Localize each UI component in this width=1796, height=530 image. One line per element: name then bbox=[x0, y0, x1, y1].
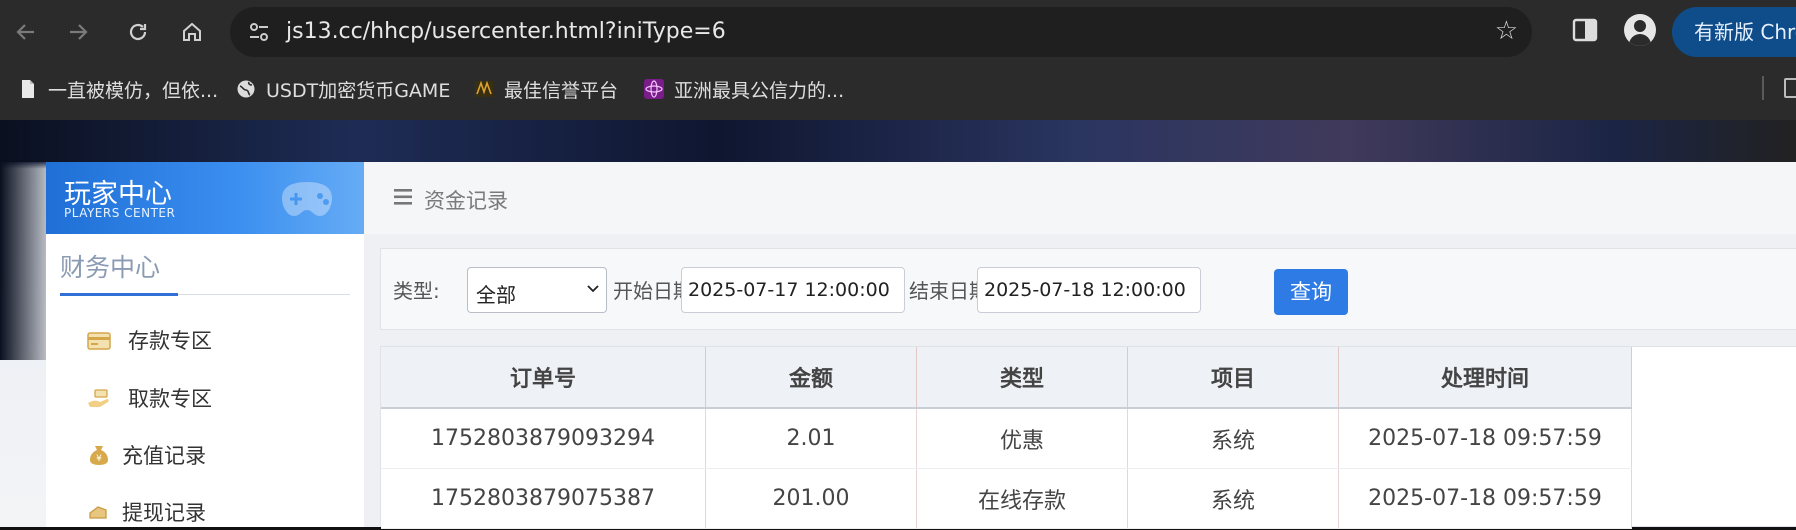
sidebar-item-label: 存款专区 bbox=[128, 329, 212, 353]
forward-button[interactable] bbox=[58, 12, 98, 52]
cell-time: 2025-07-18 09:57:59 bbox=[1338, 408, 1632, 469]
card-icon bbox=[87, 332, 111, 350]
page-title: 资金记录 bbox=[424, 189, 508, 213]
breadcrumb: 资金记录 bbox=[364, 162, 1796, 234]
banner-image bbox=[0, 120, 1796, 162]
players-center-subtitle: PLAYERS CENTER bbox=[64, 206, 176, 220]
reload-icon bbox=[129, 23, 147, 41]
players-center-header: 玩家中心 PLAYERS CENTER bbox=[46, 162, 364, 234]
cell-type: 优惠 bbox=[916, 408, 1128, 469]
bookmark-item[interactable]: 亚洲最具公信力的... bbox=[644, 76, 844, 102]
money-bag-icon: ¥ bbox=[90, 446, 108, 465]
sidebar-item-withdraw[interactable]: 取款专区 bbox=[86, 380, 212, 416]
end-date-input[interactable] bbox=[977, 267, 1201, 313]
column-header-type: 类型 bbox=[916, 347, 1128, 409]
bookmark-label: USDT加密货币GAME bbox=[266, 79, 451, 102]
bookmark-item[interactable]: 一直被模仿，但依... bbox=[18, 76, 218, 102]
bookmark-item[interactable]: 最佳信誉平台 bbox=[474, 76, 618, 102]
atom-logo-icon bbox=[644, 79, 664, 99]
cell-amount: 2.01 bbox=[705, 408, 917, 469]
hand-money-icon bbox=[88, 389, 109, 407]
type-select-value: 全部 bbox=[476, 283, 516, 307]
query-button[interactable]: 查询 bbox=[1274, 269, 1348, 315]
gamepad-icon bbox=[282, 182, 332, 216]
column-header-time: 处理时间 bbox=[1338, 347, 1632, 409]
chevron-down-icon bbox=[587, 285, 599, 293]
sidebar-item-withdraw-records[interactable]: 提现记录 bbox=[86, 494, 206, 530]
column-header-item: 项目 bbox=[1127, 347, 1339, 409]
chrome-update-button[interactable]: 有新版 Chrome bbox=[1672, 7, 1796, 57]
sidebar-item-label: 充值记录 bbox=[122, 444, 206, 468]
back-button[interactable] bbox=[6, 12, 46, 52]
bookmarks-divider bbox=[1762, 76, 1764, 100]
type-select[interactable]: 全部 bbox=[467, 267, 607, 313]
cell-order-no: 1752803879093294 bbox=[381, 408, 706, 469]
forward-arrow-icon bbox=[70, 24, 88, 40]
site-settings-icon[interactable] bbox=[248, 21, 270, 43]
home-button[interactable] bbox=[172, 12, 212, 52]
sidebar-item-deposit[interactable]: 存款专区 bbox=[86, 322, 212, 358]
cell-item: 系统 bbox=[1127, 408, 1339, 469]
back-arrow-icon bbox=[16, 24, 34, 40]
profile-avatar-icon[interactable] bbox=[1624, 14, 1656, 46]
bookmark-item[interactable]: USDT加密货币GAME bbox=[236, 76, 450, 102]
column-header-order-no: 订单号 bbox=[381, 347, 706, 409]
cell-item: 系统 bbox=[1127, 468, 1339, 529]
sidebar-item-recharge-records[interactable]: ¥ 充值记录 bbox=[86, 437, 206, 473]
fund-records-table: 订单号 金额 类型 项目 处理时间 1752803879093294 2.01 … bbox=[380, 346, 1796, 529]
svg-text:¥: ¥ bbox=[96, 454, 102, 464]
filter-bar: 类型: 全部 开始日期: 结束日期: 查询 bbox=[380, 248, 1796, 330]
side-panel-icon[interactable] bbox=[1572, 17, 1598, 43]
cell-type: 在线存款 bbox=[916, 468, 1128, 529]
site-logo-icon bbox=[475, 80, 493, 97]
cell-order-no: 1752803879075387 bbox=[381, 468, 706, 529]
home-icon bbox=[183, 22, 201, 41]
start-date-input[interactable] bbox=[681, 267, 905, 313]
table-row: 1752803879075387 201.00 在线存款 系统 2025-07-… bbox=[381, 468, 1632, 529]
cell-amount: 201.00 bbox=[705, 468, 917, 529]
bookmark-label: 最佳信誉平台 bbox=[504, 79, 619, 102]
sidebar: 玩家中心 PLAYERS CENTER 财务中心 存款专区 取款专区 ¥ 充值记… bbox=[46, 162, 364, 527]
cell-time: 2025-07-18 09:57:59 bbox=[1338, 468, 1632, 529]
globe-icon bbox=[237, 80, 255, 98]
section-active-underline bbox=[60, 293, 178, 296]
type-label: 类型: bbox=[393, 279, 440, 303]
all-bookmarks-icon[interactable] bbox=[1784, 78, 1796, 98]
bookmark-star-icon[interactable]: ☆ bbox=[1495, 16, 1518, 46]
table-row: 1752803879093294 2.01 优惠 系统 2025-07-18 0… bbox=[381, 408, 1632, 469]
bookmark-label: 一直被模仿，但依... bbox=[48, 79, 219, 102]
bookmarks-bar: 一直被模仿，但依... USDT加密货币GAME 最佳信誉平台 亚洲最具公信力的… bbox=[0, 66, 1796, 110]
sidebar-item-label: 提现记录 bbox=[122, 501, 206, 525]
url-text[interactable]: js13.cc/hhcp/usercenter.html?iniType=6 bbox=[286, 19, 726, 44]
page-icon bbox=[22, 80, 34, 98]
sidebar-item-label: 取款专区 bbox=[128, 387, 212, 411]
withdraw-icon bbox=[89, 506, 107, 519]
table-header-row: 订单号 金额 类型 项目 处理时间 bbox=[381, 347, 1632, 409]
reload-button[interactable] bbox=[118, 12, 158, 52]
menu-icon[interactable] bbox=[394, 188, 414, 206]
finance-center-heading: 财务中心 bbox=[60, 253, 161, 282]
main-content: 资金记录 类型: 全部 开始日期: 结束日期: 查询 订单号 金额 类型 项目 … bbox=[364, 162, 1796, 529]
column-header-amount: 金额 bbox=[705, 347, 917, 409]
bookmark-label: 亚洲最具公信力的... bbox=[674, 79, 845, 102]
address-bar[interactable]: js13.cc/hhcp/usercenter.html?iniType=6 ☆ bbox=[230, 7, 1532, 57]
